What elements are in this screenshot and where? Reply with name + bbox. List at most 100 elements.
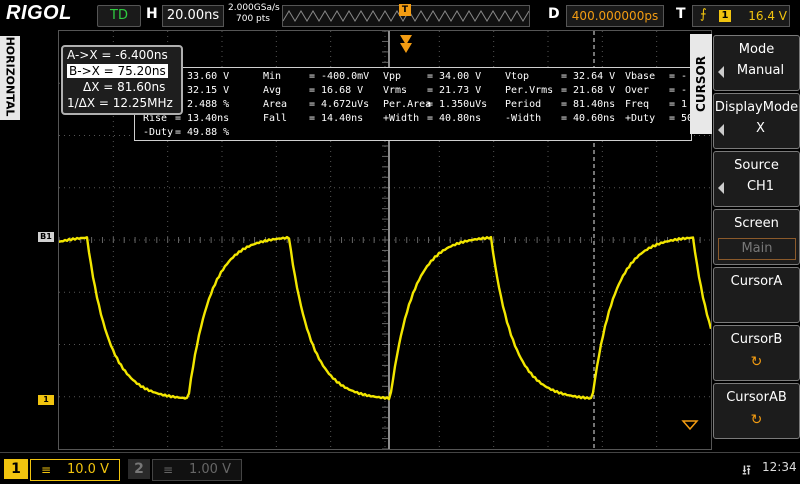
meas-value: = 14.40ns [309, 113, 364, 124]
meas-value: = 32.15 V [175, 85, 230, 96]
meas-label: Vrms [383, 85, 408, 96]
meas-value: = 34.00 V [427, 71, 482, 82]
meas-value: = 4.672uVs [309, 99, 370, 110]
menu-item-value: CH1 [746, 179, 775, 194]
ch2-scale-box[interactable]: ≡ 1.00 V [152, 459, 242, 481]
delay-value[interactable]: 400.000000ps [566, 5, 664, 27]
ch2-scale: 1.00 V [189, 462, 231, 477]
cursor-menu-tab-label: CURSOR [694, 56, 708, 112]
rising-edge-icon: ⨍ [700, 7, 707, 22]
horizontal-tab[interactable]: HORIZONTAL [0, 36, 20, 120]
sample-rate: 2.000GSa/s [228, 3, 280, 13]
rigol-logo: RIGOL [6, 2, 72, 24]
dc-coupling-icon: ≡ [163, 463, 174, 477]
ch2-badge[interactable]: 2 [128, 459, 150, 479]
meas-value: = 49.88 % [175, 127, 230, 138]
top-status-bar: RIGOL TD H 20.00ns 2.000GSa/s 700 pts T … [0, 0, 800, 30]
meas-value: = 81.40ns [561, 99, 616, 110]
meas-label: Vtop [505, 71, 530, 82]
trigger-marker-top [400, 35, 412, 53]
menu-item-value: Manual [736, 63, 785, 78]
trigger-source-badge: 1 [719, 10, 731, 22]
meas-label: Per.Vrms [505, 85, 554, 96]
meas-value: = 1.350uVs [427, 99, 488, 110]
meas-value: = 13.40ns [175, 113, 230, 124]
horizontal-tab-label: HORIZONTAL [3, 36, 17, 117]
meas-label: Over [625, 85, 650, 96]
meas-value: = -400.0mV [309, 71, 370, 82]
rotate-knob-icon: ↻ [750, 412, 763, 428]
b1-marker[interactable]: B1 [38, 232, 54, 242]
meas-value: = - [669, 71, 688, 82]
meas-label: Vbase [625, 71, 656, 82]
cursor-readout-box: A->X = -6.400ns B->X = 75.20ns ΔX = 81.6… [61, 45, 183, 115]
system-clock: 12:34 [762, 460, 797, 474]
meas-label: Area [263, 99, 288, 110]
meas-label: +Duty [625, 113, 656, 124]
dc-coupling-icon: ≡ [41, 463, 52, 477]
cursor-delta-readout: ΔX = 81.60ns [83, 80, 166, 94]
menu-cursora-button[interactable]: CursorA [713, 267, 800, 323]
cursor-b-readout-text: B->X = 75.20ns [67, 64, 168, 78]
menu-item-title: Mode [738, 42, 775, 57]
menu-mode-button[interactable]: Mode Manual [713, 35, 800, 91]
trigger-level-marker [681, 420, 699, 431]
trigger-label: T [676, 6, 686, 22]
menu-displaymode-button[interactable]: DisplayMode X [713, 93, 800, 149]
meas-value: = 21.68 V [561, 85, 616, 96]
meas-value: = 1 [669, 99, 688, 110]
menu-item-title: CursorAB [726, 390, 787, 405]
timebase-label: H [146, 6, 158, 22]
cursor-a-readout: A->X = -6.400ns [67, 48, 168, 62]
usb-icon: ⭿ [742, 463, 752, 479]
meas-value: = 21.73 V [427, 85, 482, 96]
menu-item-title: DisplayMode [714, 100, 799, 115]
trigger-settings[interactable]: ⨍ 1 16.4 V [692, 5, 790, 27]
meas-label: -Duty [143, 127, 174, 138]
bottom-status-bar: 1 ≡ 10.0 V 2 ≡ 1.00 V ⭿ 12:34 [0, 452, 800, 481]
menu-item-value: Main [718, 238, 796, 260]
meas-value: = 33.60 V [175, 71, 230, 82]
meas-value: = 32.64 V [561, 71, 616, 82]
timebase-value[interactable]: 20.00ns [162, 5, 224, 27]
trigger-level: 16.4 V [748, 9, 787, 23]
menu-source-button[interactable]: Source CH1 [713, 151, 800, 207]
cursor-freq-readout: 1/ΔX = 12.25MHz [67, 96, 173, 110]
meas-label: Period [505, 99, 542, 110]
rotate-knob-icon: ↻ [750, 354, 763, 370]
delay-label: D [548, 6, 560, 22]
measurement-panel: = 33.60 V = 32.15 V = 2.488 % Rise = 13.… [134, 67, 692, 141]
sample-rate-info: 2.000GSa/s 700 pts [228, 3, 280, 25]
meas-value: = 40.60ns [561, 113, 616, 124]
menu-screen-button[interactable]: Screen Main [713, 209, 800, 265]
menu-cursorb-button[interactable]: CursorB ↻ [713, 325, 800, 381]
ch1-badge[interactable]: 1 [4, 459, 28, 479]
meas-label: Fall [263, 113, 288, 124]
memory-depth: 700 pts [236, 14, 270, 24]
meas-label: Freq [625, 99, 650, 110]
menu-item-title: Screen [734, 216, 779, 231]
ch1-scale: 10.0 V [67, 462, 109, 477]
meas-label: +Width [383, 113, 420, 124]
meas-label: Avg [263, 85, 282, 96]
menu-item-title: CursorA [730, 274, 783, 289]
meas-value: = 40.80ns [427, 113, 482, 124]
cursor-menu-tab[interactable]: CURSOR [690, 34, 712, 134]
ch1-scale-box[interactable]: ≡ 10.0 V [30, 459, 120, 481]
meas-value: = - [669, 85, 688, 96]
meas-label: Vpp [383, 71, 402, 82]
cursor-b-readout: B->X = 75.20ns [67, 64, 168, 79]
menu-cursorab-button[interactable]: CursorAB ↻ [713, 383, 800, 439]
meas-value: = 50 [669, 113, 692, 124]
meas-value: = 16.68 V [309, 85, 364, 96]
menu-item-title: Source [734, 158, 779, 173]
meas-label: -Width [505, 113, 542, 124]
menu-item-value: X [756, 121, 765, 136]
run-state-indicator[interactable]: TD [97, 5, 141, 27]
meas-label: Min [263, 71, 282, 82]
trigger-position-icon: T [399, 4, 411, 16]
menu-item-title: CursorB [730, 332, 783, 347]
meas-value: = 2.488 % [175, 99, 230, 110]
meas-label: Per.Area [383, 99, 432, 110]
ch1-ground-marker[interactable]: 1 [38, 395, 54, 405]
